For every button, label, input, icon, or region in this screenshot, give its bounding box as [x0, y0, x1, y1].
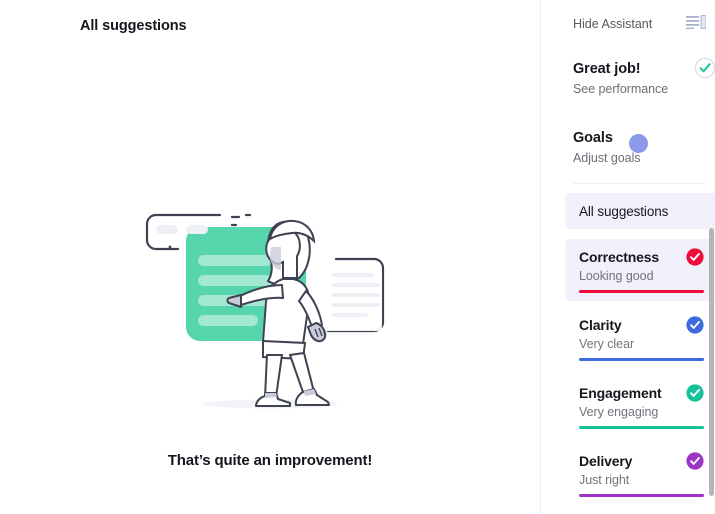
metric-title: Correctness: [579, 249, 660, 265]
dot-icon: [629, 134, 648, 153]
status-subtitle[interactable]: See performance: [573, 82, 715, 96]
main-content-area: All suggestions That’s quite an improvem…: [0, 0, 540, 514]
metric-progress-bar: [579, 290, 704, 293]
sidebar-item-clarity[interactable]: Clarity Very clear: [565, 307, 715, 369]
sidebar-item-correctness[interactable]: Correctness Looking good: [565, 239, 715, 301]
sidebar-divider: [573, 183, 705, 184]
metric-head: Clarity: [579, 316, 704, 334]
metric-subtitle: Very engaging: [579, 405, 659, 419]
metric-title: Clarity: [579, 317, 622, 333]
metric-title: Delivery: [579, 453, 633, 469]
status-title: Great job!: [573, 61, 641, 77]
metric-head: Engagement: [579, 384, 704, 402]
sidebar-scrollbar-thumb[interactable]: [709, 228, 714, 496]
metric-head: Correctness: [579, 248, 704, 266]
metric-progress-bar: [579, 494, 704, 497]
check-badge-icon: [686, 384, 704, 402]
sidebar-item-delivery[interactable]: Delivery Just right: [565, 443, 715, 505]
status-subtitle[interactable]: Adjust goals: [573, 151, 715, 165]
sidebar-scrollbar[interactable]: [708, 0, 715, 514]
assistant-sidebar: Hide Assistant Great job! See performanc…: [540, 0, 715, 514]
check-badge-icon: [686, 316, 704, 334]
metric-subtitle: Very clear: [579, 337, 635, 351]
sidebar-item-all-suggestions[interactable]: All suggestions: [565, 193, 715, 229]
metric-progress-bar: [579, 426, 704, 429]
sidebar-item-engagement[interactable]: Engagement Very engaging: [565, 375, 715, 437]
hide-assistant-label: Hide Assistant: [573, 17, 653, 31]
panel-layout-icon: [686, 14, 707, 34]
status-block-great-job[interactable]: Great job! See performance: [573, 57, 715, 96]
assistant-app-window: All suggestions That’s quite an improvem…: [0, 0, 715, 514]
status-title-row: Great job!: [573, 57, 715, 79]
all-suggestions-label: All suggestions: [579, 203, 669, 219]
metric-title: Engagement: [579, 385, 662, 401]
status-title: Goals: [573, 130, 613, 146]
sidebar-scroll-content: Hide Assistant Great job! See performanc…: [541, 0, 715, 514]
check-badge-icon: [686, 452, 704, 470]
page-title: All suggestions: [80, 18, 187, 34]
woman-pointing-at-document-cards-illustration: [0, 195, 540, 425]
hide-assistant-button[interactable]: Hide Assistant: [541, 12, 715, 36]
metric-subtitle: Just right: [579, 473, 630, 487]
illustration-caption: That’s quite an improvement!: [167, 452, 373, 469]
metric-subtitle: Looking good: [579, 269, 654, 283]
check-badge-icon: [686, 248, 704, 266]
metric-progress-bar: [579, 358, 704, 361]
metric-head: Delivery: [579, 452, 704, 470]
status-block-goals[interactable]: Goals Adjust goals: [573, 128, 715, 165]
